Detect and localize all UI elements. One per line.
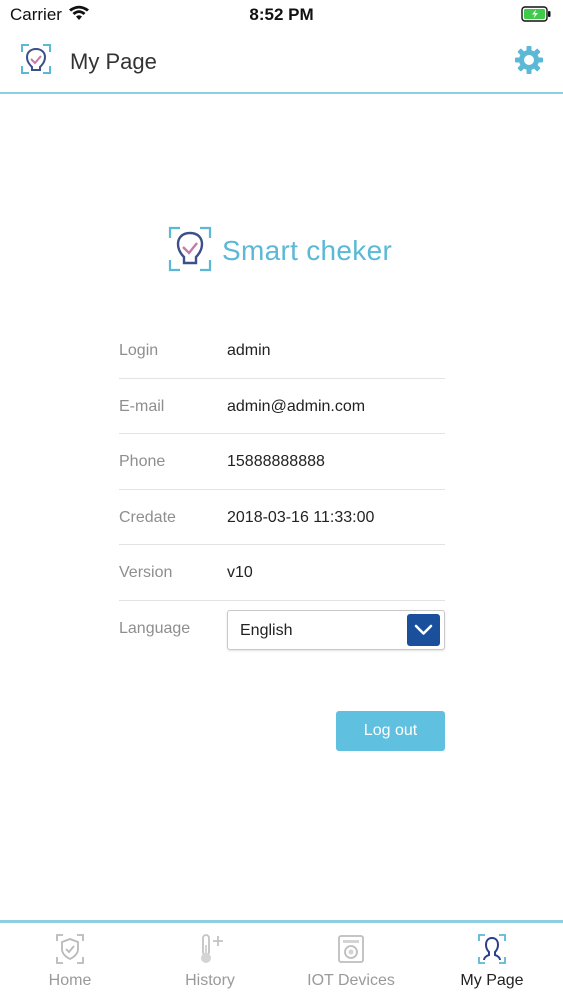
info-label: Login <box>119 342 159 359</box>
clock-time: 8:52 PM <box>249 5 314 24</box>
info-value: v10 <box>227 564 253 582</box>
tab-label: History <box>185 972 235 989</box>
info-row-login: Login admin <box>119 323 445 379</box>
language-selected-value: English <box>240 621 293 639</box>
home-shield-icon <box>55 933 85 965</box>
info-row-credate: Credate 2018-03-16 11:33:00 <box>119 490 445 546</box>
info-label: Credate <box>119 508 176 526</box>
info-label: Phone <box>119 453 166 471</box>
info-label: E-mail <box>119 397 165 415</box>
info-row-phone: Phone 15888888888 <box>119 434 445 490</box>
tab-home[interactable]: Home <box>0 923 140 1000</box>
iot-device-icon <box>336 933 366 965</box>
logout-button[interactable]: Log out <box>336 711 445 751</box>
info-value: admin <box>227 342 271 359</box>
info-label: Version <box>119 564 173 582</box>
tab-iot-devices[interactable]: IOT Devices <box>281 923 421 1000</box>
info-row-language: Language English <box>119 601 445 657</box>
profile-info-table: Login admin E-mail admin@admin.com Phone… <box>119 323 445 657</box>
smart-checker-logo-icon <box>168 226 212 277</box>
tab-label: My Page <box>460 972 524 989</box>
tab-my-page[interactable]: My Page <box>422 923 562 1000</box>
info-value: 15888888888 <box>227 453 325 471</box>
tab-history[interactable]: History <box>140 923 280 1000</box>
smart-checker-logo-icon <box>20 43 52 80</box>
brand-name: Smart cheker <box>222 235 393 266</box>
info-row-version: Version v10 <box>119 545 445 601</box>
info-row-email: E-mail admin@admin.com <box>119 379 445 435</box>
tab-bar: Home History IOT Devices My Page <box>0 920 563 1000</box>
info-value: admin@admin.com <box>227 397 366 415</box>
user-icon <box>477 933 507 965</box>
thermometer-icon <box>195 933 225 965</box>
battery-icon <box>521 6 551 27</box>
brand-logo: Smart cheker <box>168 226 408 272</box>
tab-label: IOT Devices <box>307 972 395 989</box>
language-label: Language <box>119 619 191 637</box>
tab-label: Home <box>48 972 92 989</box>
chevron-down-icon[interactable] <box>407 613 440 646</box>
info-value: 2018-03-16 11:33:00 <box>227 508 375 526</box>
page-title: My Page <box>70 49 157 74</box>
status-bar: Carrier 8:52 PM <box>0 0 563 30</box>
gear-icon[interactable] <box>513 44 545 76</box>
app-header: My Page <box>0 30 563 94</box>
language-select[interactable]: English <box>227 609 445 650</box>
